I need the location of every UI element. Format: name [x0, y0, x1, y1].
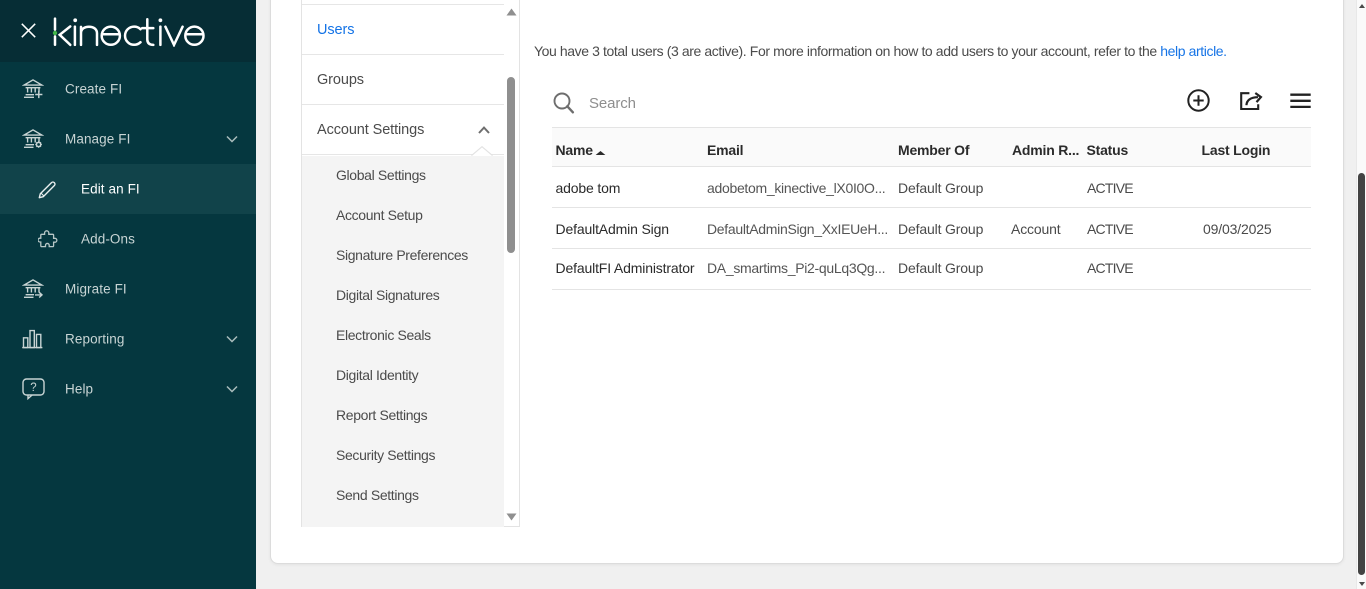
svg-text:?: ? — [30, 382, 36, 394]
